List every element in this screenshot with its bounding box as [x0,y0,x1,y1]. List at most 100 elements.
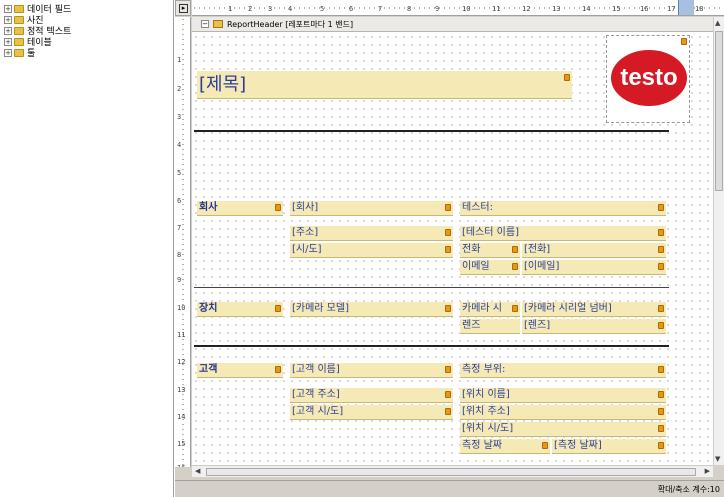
lock-icon [275,366,281,373]
email-label[interactable]: 이메일 [460,260,520,275]
ruler-tick: 5 [320,5,325,13]
ruler-tick: 8 [407,5,412,13]
lock-icon [681,38,687,45]
field-text: [렌즈] [524,320,551,331]
lock-icon [445,366,451,373]
measure-date-field[interactable]: [측정 날짜] [552,439,666,454]
ruler-tick: 5 [177,169,182,177]
field-text: 장치 [199,303,218,314]
separator-line[interactable] [194,130,669,132]
separator-line[interactable] [194,287,669,288]
email-field[interactable]: [이메일] [522,260,666,275]
customer-address-field[interactable]: [고객 주소] [290,388,453,403]
measure-location-label[interactable]: 측정 부위: [460,363,666,378]
field-text: [주소] [292,227,319,238]
collapse-icon[interactable]: − [201,20,209,28]
ruler-tick: 9 [177,276,182,284]
expand-icon[interactable]: + [4,26,12,35]
band-title: ReportHeader [레포트마다 1 밴드] [227,19,354,29]
field-text: [위치 이름] [462,389,510,400]
zoom-factor-label: 확대/축소 계수:10 [657,485,720,494]
lock-icon [275,204,281,211]
location-city-field[interactable]: [위치 시/도] [460,422,666,437]
ruler-tick: 12 [177,358,186,366]
phone-label[interactable]: 전화 [460,243,520,258]
lock-icon [658,246,664,253]
scroll-thumb[interactable] [206,468,696,476]
scroll-left-icon[interactable]: ◀ [195,467,200,475]
lock-icon [445,229,451,236]
lock-icon [542,442,548,449]
scroll-right-icon[interactable]: ▶ [705,467,710,475]
expand-icon[interactable]: + [4,15,12,24]
lock-icon [275,305,281,312]
customer-name-field[interactable]: [고객 이름] [290,363,453,378]
lock-icon [445,305,451,312]
location-address-field[interactable]: [위치 주소] [460,405,666,420]
vertical-scrollbar[interactable]: ▲ ▼ [713,17,724,465]
field-text: 고객 [199,364,218,375]
address-field[interactable]: [주소] [290,226,453,241]
horizontal-scrollbar[interactable]: ◀ ▶ [192,465,713,477]
horizontal-ruler: 1 2 3 4 5 6 7 8 9 10 11 12 13 14 15 16 1… [192,0,724,16]
field-text: [고객 주소] [292,389,340,400]
ruler-tick: 9 [435,5,440,13]
ruler-tick: 7 [177,224,182,232]
camera-model-field[interactable]: [카메라 모델] [290,302,453,317]
field-text: [회사] [292,202,319,213]
camera-serial-label[interactable]: 카메라 시 [460,302,520,317]
field-text: [카메라 모델] [292,303,349,314]
field-text: [테스터 이름] [462,227,519,238]
ruler-tick: 13 [177,386,186,394]
field-text: [전화] [524,244,551,255]
expand-icon[interactable]: + [4,37,12,46]
device-label[interactable]: 장치 [197,302,283,317]
lock-icon [512,305,518,312]
lens-label[interactable]: 렌즈 [460,319,520,334]
band-header[interactable]: − ReportHeader [레포트마다 1 밴드] [192,17,713,32]
scroll-thumb[interactable] [715,31,723,191]
report-title-field[interactable]: [제목] [197,71,572,99]
lock-icon [658,391,664,398]
testo-logo: testo [611,50,687,106]
ruler-tick: 10 [177,304,186,312]
ruler-dots [182,17,184,467]
ruler-tick: 7 [378,5,383,13]
field-text: [시/도] [292,244,322,255]
status-bar: 확대/축소 계수:10 [175,480,724,497]
customer-label[interactable]: 고객 [197,363,283,378]
camera-serial-field[interactable]: [카메라 시리얼 넘버] [522,302,666,317]
city-field[interactable]: [시/도] [290,243,453,258]
ruler-toggle-icon: ▸ [179,4,188,13]
logo-image[interactable]: testo [606,35,690,123]
company-label[interactable]: 회사 [197,201,283,216]
scroll-down-icon[interactable]: ▼ [715,455,720,463]
field-text: 렌즈 [462,320,481,331]
measure-date-label[interactable]: 측정 날짜 [460,439,550,454]
ruler-tick: 1 [177,56,182,64]
company-field[interactable]: [회사] [290,201,453,216]
tree-item-tools[interactable]: + 툴 [4,47,36,59]
ruler-corner-button[interactable]: ▸ [175,0,191,16]
tester-label[interactable]: 테스터: [460,201,666,216]
separator-line[interactable] [194,345,669,347]
scroll-up-icon[interactable]: ▲ [715,19,720,27]
ruler-tick: 13 [552,5,561,13]
phone-field[interactable]: [전화] [522,243,666,258]
field-text: 측정 부위: [462,364,506,375]
ruler-tick: 3 [268,5,273,13]
report-designer: ▸ 1 2 3 4 5 6 7 8 9 10 11 12 13 14 15 16… [175,0,724,497]
tester-name-field[interactable]: [테스터 이름] [460,226,666,241]
expand-icon[interactable]: + [4,48,12,57]
lens-field[interactable]: [렌즈] [522,319,666,334]
report-canvas[interactable]: − ReportHeader [레포트마다 1 밴드] [제목] testo 회… [192,17,713,465]
lock-icon [564,74,570,81]
ruler-tick: 1 [228,5,233,13]
location-name-field[interactable]: [위치 이름] [460,388,666,403]
ruler-tick: 10 [462,5,471,13]
customer-city-field[interactable]: [고객 시/도] [290,405,453,420]
expand-icon[interactable]: + [4,4,12,13]
tree-item-label: 툴 [27,49,36,59]
field-text: [제목] [199,74,247,95]
ruler-tick: 11 [177,331,186,339]
